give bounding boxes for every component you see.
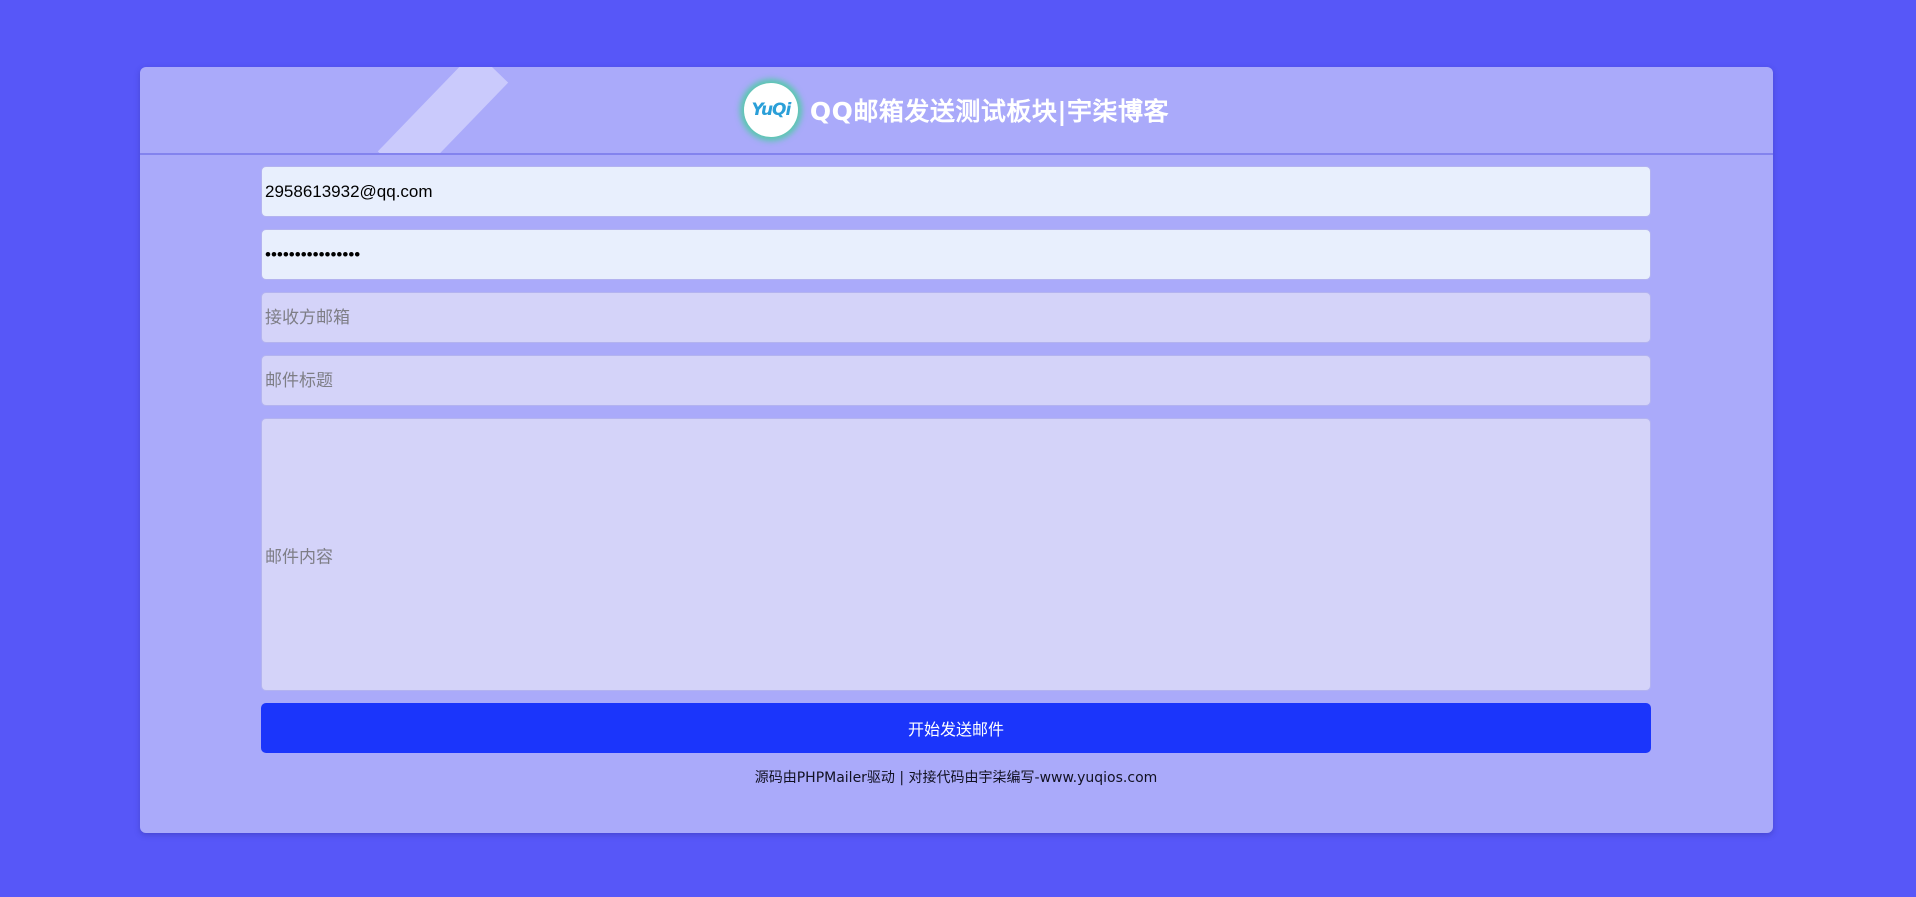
yuqi-logo-icon: YuQi bbox=[743, 83, 798, 137]
send-mail-button[interactable]: 开始发送邮件 bbox=[261, 703, 1651, 753]
page-title: QQ邮箱发送测试板块|宇柒博客 bbox=[809, 97, 1170, 126]
send-mail-form: 邮件内容 开始发送邮件 源码由PHPMailer驱动 | 对接代码由宇柒编写-w… bbox=[261, 166, 1651, 787]
password-field[interactable] bbox=[261, 229, 1651, 280]
recipient-email-field[interactable] bbox=[261, 292, 1651, 343]
mail-form-card: YuQi QQ邮箱发送测试板块|宇柒博客 邮件内容 开始发送邮件 源码由PHPM… bbox=[140, 67, 1773, 833]
header-shine-stripe bbox=[377, 67, 509, 153]
footer-credit: 源码由PHPMailer驱动 | 对接代码由宇柒编写-www.yuqios.co… bbox=[754, 770, 1158, 786]
subject-field[interactable] bbox=[261, 355, 1651, 406]
content-placeholder: 邮件内容 bbox=[265, 547, 333, 566]
content-textarea[interactable]: 邮件内容 bbox=[261, 418, 1651, 691]
logo-text: YuQi bbox=[751, 100, 792, 120]
card-header: YuQi QQ邮箱发送测试板块|宇柒博客 bbox=[140, 67, 1773, 155]
sender-email-field[interactable] bbox=[261, 166, 1651, 217]
